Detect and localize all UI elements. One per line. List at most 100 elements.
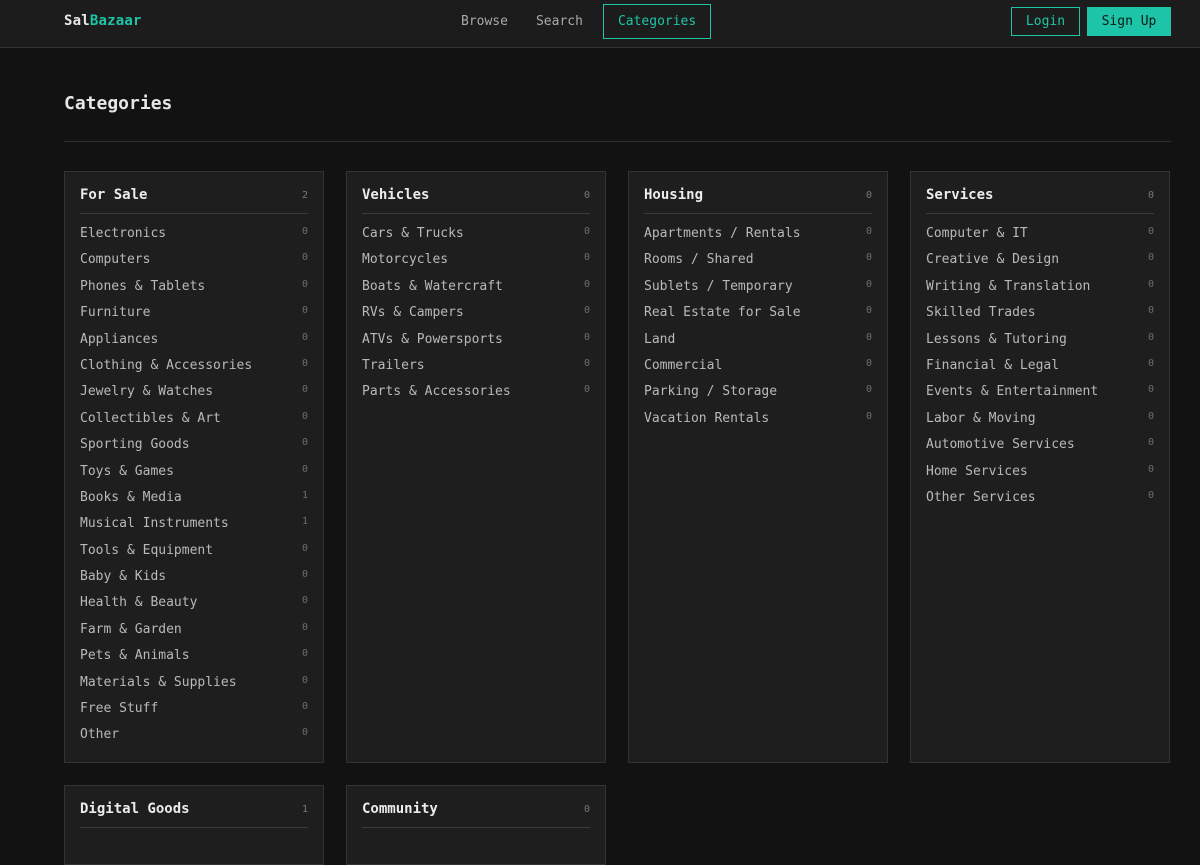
subcategory-item[interactable]: Sublets / Temporary 0: [644, 277, 872, 303]
subcategory-label: RVs & Campers: [362, 305, 464, 321]
subcategory-label: Furniture: [80, 305, 151, 321]
category-card-community: Community 0: [346, 785, 606, 865]
subcategory-label: Pets & Animals: [80, 648, 190, 664]
subcategory-item[interactable]: Musical Instruments 1: [80, 514, 308, 540]
subcategory-item[interactable]: Commercial 0: [644, 356, 872, 382]
subcategory-label: Parking / Storage: [644, 384, 778, 400]
subcategory-item[interactable]: Jewelry & Watches 0: [80, 382, 308, 408]
subcategory-item[interactable]: Home Services 0: [926, 462, 1154, 488]
subcategory-label: Writing & Translation: [926, 278, 1091, 294]
subcategory-count: 0: [583, 278, 590, 290]
subcategory-item[interactable]: Real Estate for Sale 0: [644, 303, 872, 329]
subcategory-label: Skilled Trades: [926, 305, 1036, 321]
subcategory-count: 0: [1147, 331, 1154, 343]
subcategory-item[interactable]: Health & Beauty 0: [80, 593, 308, 619]
subcategory-count: 0: [1147, 305, 1154, 317]
subcategory-count: 0: [301, 569, 308, 581]
subcategory-item[interactable]: Free Stuff 0: [80, 699, 308, 725]
subcategory-item[interactable]: Rooms / Shared 0: [644, 250, 872, 276]
subcategory-item[interactable]: Land 0: [644, 330, 872, 356]
subcategory-label: Other Services: [926, 489, 1036, 505]
subcategory-item[interactable]: Financial & Legal 0: [926, 356, 1154, 382]
subcategory-count: 0: [301, 278, 308, 290]
nav-search[interactable]: Search: [522, 4, 597, 39]
card-title[interactable]: Services: [926, 187, 993, 203]
subcategory-count: 0: [865, 410, 872, 422]
subcategory-count: 0: [865, 357, 872, 369]
subcategory-count: 0: [301, 727, 308, 739]
subcategory-item[interactable]: Farm & Garden 0: [80, 620, 308, 646]
site-logo[interactable]: SalBazaar: [64, 13, 142, 29]
subcategory-label: Automotive Services: [926, 437, 1075, 453]
subcategory-item[interactable]: Skilled Trades 0: [926, 303, 1154, 329]
subcategory-item[interactable]: Tools & Equipment 0: [80, 541, 308, 567]
subcategory-item[interactable]: Clothing & Accessories 0: [80, 356, 308, 382]
subcategory-count: 0: [1147, 357, 1154, 369]
subcategory-item[interactable]: Materials & Supplies 0: [80, 673, 308, 699]
subcategory-item[interactable]: Collectibles & Art 0: [80, 409, 308, 435]
nav-categories[interactable]: Categories: [602, 4, 712, 39]
subcategory-label: Jewelry & Watches: [80, 384, 214, 400]
card-title[interactable]: For Sale: [80, 187, 147, 203]
card-title[interactable]: Housing: [644, 187, 703, 203]
card-header: For Sale 2: [80, 187, 308, 214]
subcategory-count: 0: [301, 252, 308, 264]
subcategory-item[interactable]: Parts & Accessories 0: [362, 382, 590, 408]
subcategory-item[interactable]: Other Services 0: [926, 488, 1154, 514]
subcategory-label: Vacation Rentals: [644, 410, 770, 426]
subcategory-item[interactable]: Boats & Watercraft 0: [362, 277, 590, 303]
subcategory-item[interactable]: Computer & IT 0: [926, 224, 1154, 250]
login-button[interactable]: Login: [1011, 7, 1080, 36]
subcategory-item[interactable]: Labor & Moving 0: [926, 409, 1154, 435]
subcategory-item[interactable]: Furniture 0: [80, 303, 308, 329]
subcategory-item[interactable]: Creative & Design 0: [926, 250, 1154, 276]
subcategory-item[interactable]: Events & Entertainment 0: [926, 382, 1154, 408]
subcategory-label: Books & Media: [80, 489, 182, 505]
subcategory-item[interactable]: Parking / Storage 0: [644, 382, 872, 408]
subcategory-item[interactable]: Vacation Rentals 0: [644, 409, 872, 435]
subcategory-item[interactable]: RVs & Campers 0: [362, 303, 590, 329]
subcategory-item[interactable]: Phones & Tablets 0: [80, 277, 308, 303]
card-title[interactable]: Digital Goods: [80, 801, 190, 817]
signup-button[interactable]: Sign Up: [1087, 7, 1171, 36]
subcategory-label: Health & Beauty: [80, 595, 198, 611]
card-header: Housing 0: [644, 187, 872, 214]
subcategory-count: 0: [583, 357, 590, 369]
subcategory-item[interactable]: Cars & Trucks 0: [362, 224, 590, 250]
nav-browse[interactable]: Browse: [447, 4, 522, 39]
card-count: 0: [865, 190, 872, 201]
subcategory-label: Free Stuff: [80, 701, 159, 717]
card-title[interactable]: Community: [362, 801, 438, 817]
subcategory-item[interactable]: Computers 0: [80, 250, 308, 276]
subcategory-count: 0: [583, 331, 590, 343]
subcategory-label: ATVs & Powersports: [362, 331, 503, 347]
subcategory-item[interactable]: Writing & Translation 0: [926, 277, 1154, 303]
subcategory-item[interactable]: Lessons & Tutoring 0: [926, 330, 1154, 356]
subcategory-item[interactable]: Pets & Animals 0: [80, 646, 308, 672]
subcategory-item[interactable]: Books & Media 1: [80, 488, 308, 514]
subcategory-item[interactable]: Apartments / Rentals 0: [644, 224, 872, 250]
card-title[interactable]: Vehicles: [362, 187, 429, 203]
subcategory-label: Materials & Supplies: [80, 674, 237, 690]
subcategory-item[interactable]: Other 0: [80, 725, 308, 751]
subcategory-count: 0: [1147, 252, 1154, 264]
subcategory-item[interactable]: Electronics 0: [80, 224, 308, 250]
page-title: Categories: [64, 93, 173, 114]
subcategory-item[interactable]: Sporting Goods 0: [80, 435, 308, 461]
subcategory-count: 0: [301, 648, 308, 660]
card-header: Vehicles 0: [362, 187, 590, 214]
subcategory-label: Apartments / Rentals: [644, 226, 801, 241]
subcategory-item[interactable]: Automotive Services 0: [926, 435, 1154, 461]
subcategory-item[interactable]: Motorcycles 0: [362, 250, 590, 276]
subcategory-item[interactable]: ATVs & Powersports 0: [362, 330, 590, 356]
card-header: Digital Goods 1: [80, 801, 308, 828]
subcategory-label: Computer & IT: [926, 226, 1028, 241]
subcategory-label: Home Services: [926, 463, 1028, 479]
subcategory-item[interactable]: Appliances 0: [80, 330, 308, 356]
subcategory-item[interactable]: Toys & Games 0: [80, 462, 308, 488]
subcategory-count: 0: [583, 305, 590, 317]
subcategory-count: 0: [301, 674, 308, 686]
category-card-vehicles: Vehicles 0 Cars & Trucks 0 Motorcycles 0 Boats…: [346, 171, 606, 763]
subcategory-item[interactable]: Trailers 0: [362, 356, 590, 382]
subcategory-item[interactable]: Baby & Kids 0: [80, 567, 308, 593]
